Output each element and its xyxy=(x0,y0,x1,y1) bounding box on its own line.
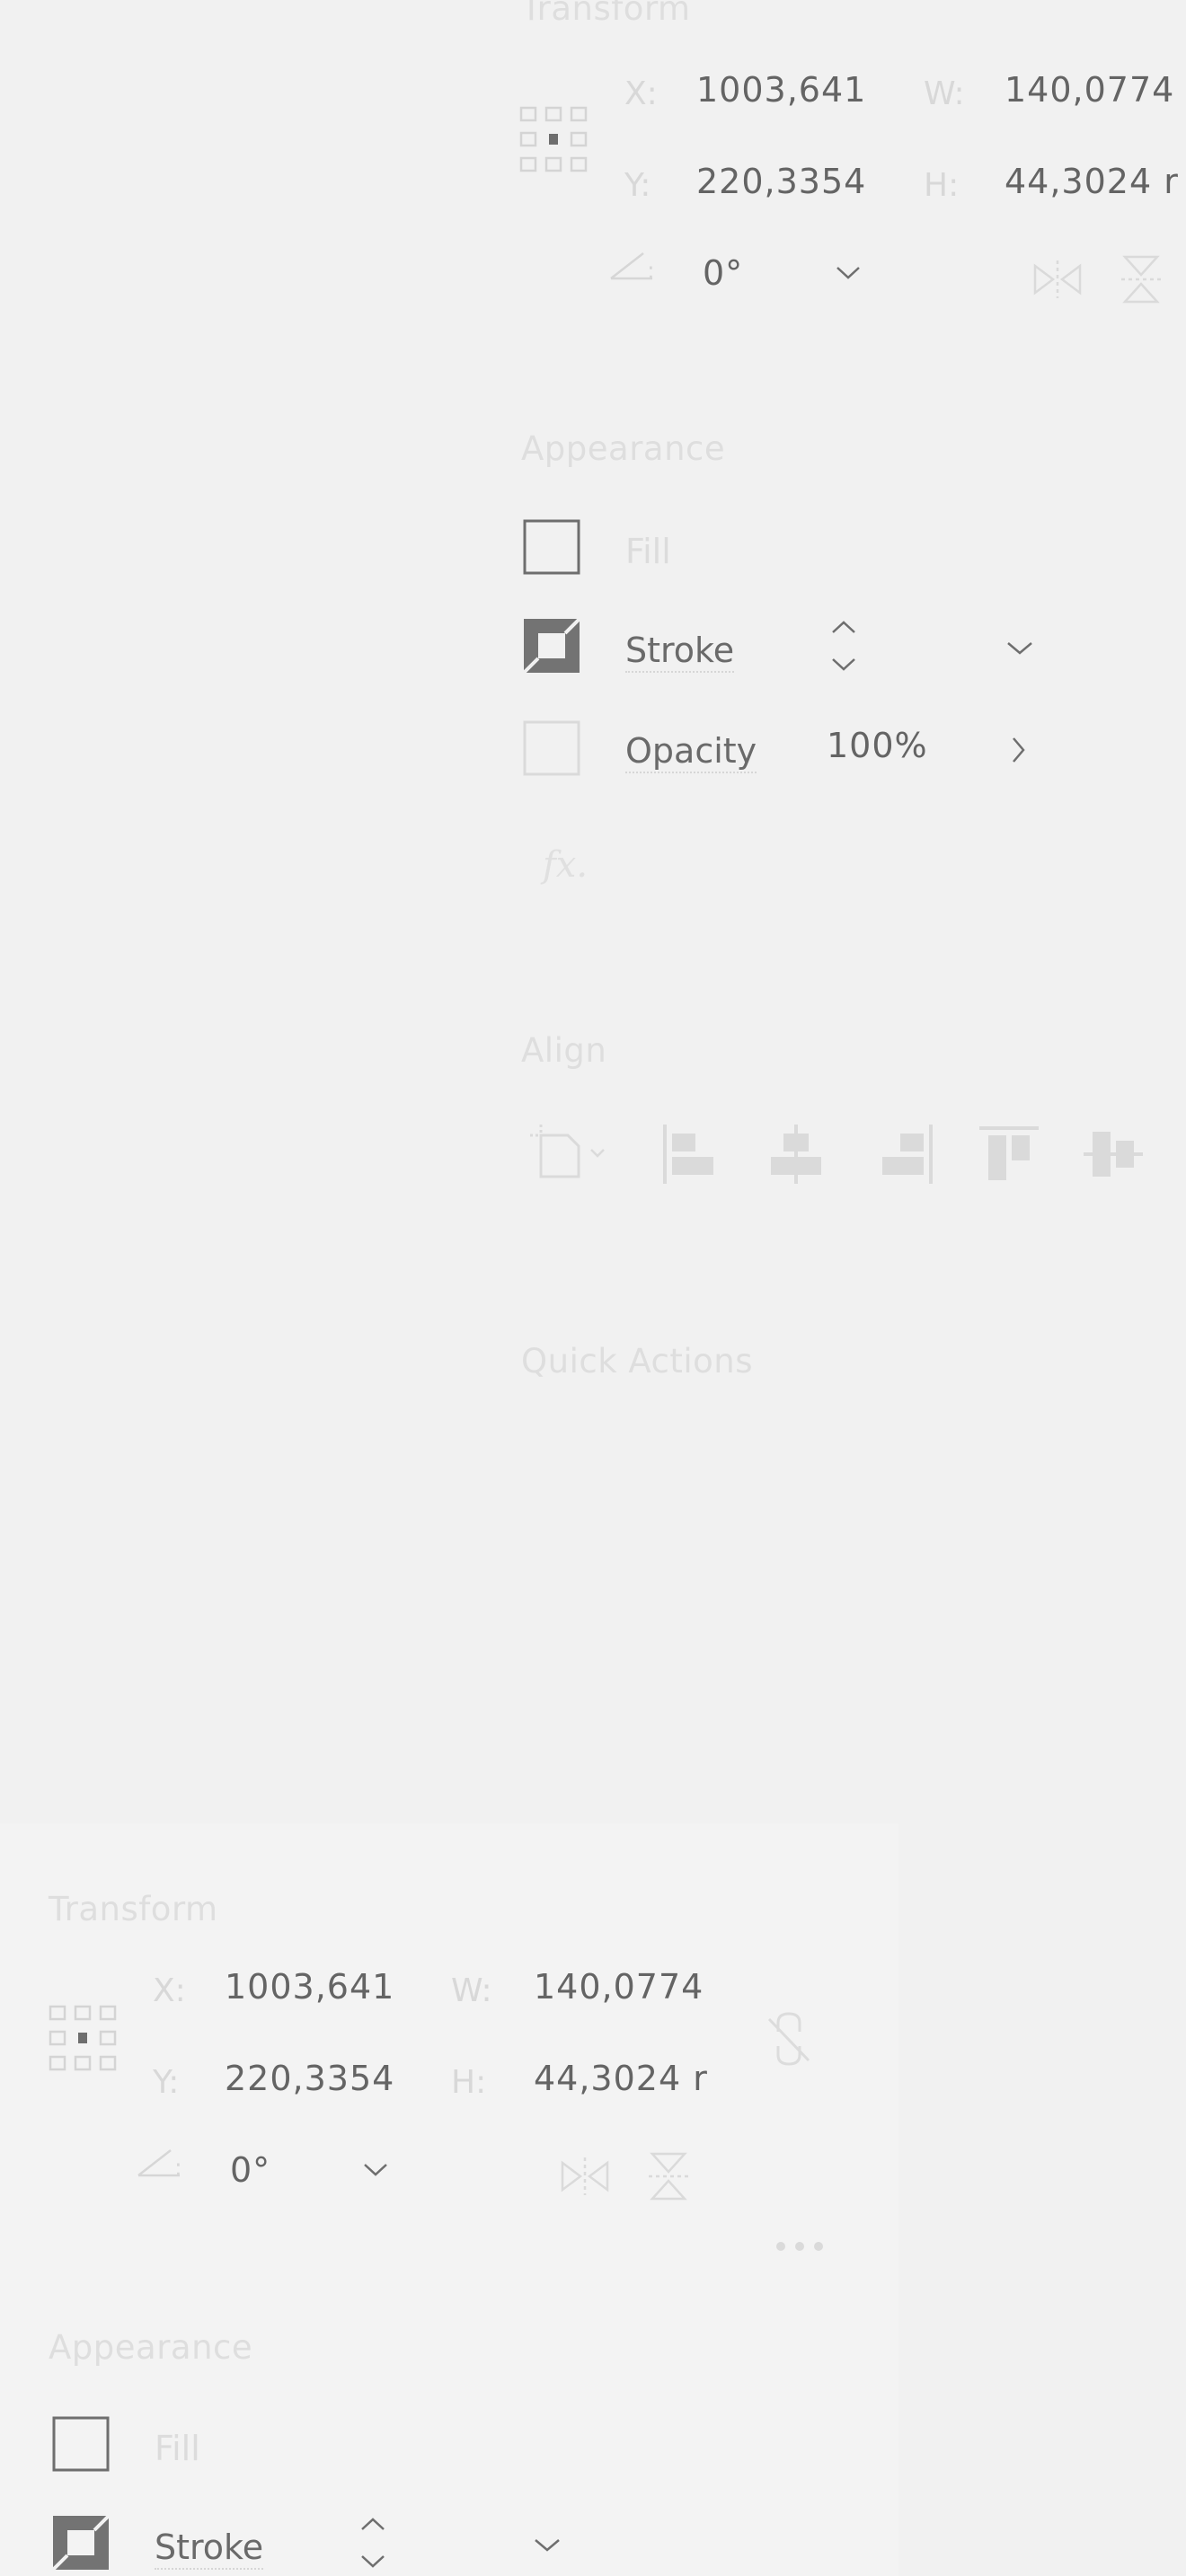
quick-actions-section-title: Quick Actions xyxy=(521,1342,754,1381)
w-field[interactable]: 140,0774 xyxy=(534,1967,704,2007)
stroke-label[interactable]: Stroke xyxy=(625,631,735,673)
y-label: Y: xyxy=(153,2064,180,2101)
chevron-down-icon[interactable] xyxy=(363,2163,388,2177)
svg-text::: : xyxy=(174,2155,182,2182)
chevron-down-icon[interactable] xyxy=(1006,641,1033,656)
transform-section-title: Transform xyxy=(521,0,691,28)
fill-label: Fill xyxy=(155,2429,200,2468)
align-to-selection-icon[interactable] xyxy=(528,1123,609,1180)
h-label: H: xyxy=(451,2064,487,2101)
flip-horizontal-icon[interactable] xyxy=(1033,259,1082,300)
opacity-label-wrap: Opacity xyxy=(625,731,757,773)
opacity-swatch-icon xyxy=(523,720,582,778)
w-label: W: xyxy=(451,1972,492,2009)
rotation-field[interactable]: 0° xyxy=(230,2150,270,2190)
stepper-icon[interactable] xyxy=(359,2517,386,2571)
align-section-title: Align xyxy=(521,1031,607,1070)
appearance-section-title: Appearance xyxy=(521,429,726,468)
stepper-icon[interactable] xyxy=(830,620,857,674)
flip-vertical-icon[interactable] xyxy=(1120,255,1163,304)
reference-point-grid-icon[interactable] xyxy=(49,2005,117,2071)
stroke-label[interactable]: Stroke xyxy=(155,2527,264,2570)
h-label: H: xyxy=(924,167,960,204)
align-right-icon[interactable] xyxy=(872,1123,934,1186)
chevron-down-icon[interactable] xyxy=(534,2538,561,2553)
fill-label: Fill xyxy=(625,532,671,571)
opacity-label[interactable]: Opacity xyxy=(625,731,757,773)
stroke-swatch-icon[interactable] xyxy=(51,2514,111,2572)
angle-icon: : xyxy=(135,2147,185,2182)
y-label: Y: xyxy=(624,167,651,204)
chevron-right-icon[interactable] xyxy=(1012,737,1026,763)
properties-panel-bottom xyxy=(0,1823,898,2576)
fill-swatch-icon[interactable] xyxy=(523,519,582,577)
x-label: X: xyxy=(624,75,658,112)
flip-vertical-icon[interactable] xyxy=(647,2152,690,2201)
fill-swatch-icon[interactable] xyxy=(52,2416,111,2474)
stroke-swatch-icon[interactable] xyxy=(522,617,582,675)
align-vertical-center-icon[interactable] xyxy=(1082,1125,1145,1184)
stroke-label-wrap: Stroke xyxy=(625,631,735,673)
rotation-field[interactable]: 0° xyxy=(703,253,743,293)
align-horizontal-center-icon[interactable] xyxy=(767,1123,825,1186)
y-field[interactable]: 220,3354 xyxy=(225,2059,394,2098)
link-broken-icon[interactable] xyxy=(766,2012,812,2066)
w-label: W: xyxy=(924,75,965,112)
w-field[interactable]: 140,0774 xyxy=(1005,70,1174,110)
align-left-icon[interactable] xyxy=(661,1123,724,1186)
y-field[interactable]: 220,3354 xyxy=(696,162,866,201)
fx-effects-button[interactable]: fx. xyxy=(543,844,588,886)
x-label: X: xyxy=(153,1972,186,2009)
align-top-icon[interactable] xyxy=(978,1125,1040,1184)
more-options-icon[interactable] xyxy=(774,2240,825,2253)
opacity-field[interactable]: 100% xyxy=(827,726,928,765)
chevron-down-icon[interactable] xyxy=(836,266,861,280)
x-field[interactable]: 1003,641 xyxy=(225,1967,394,2007)
svg-text::: : xyxy=(647,258,655,285)
transform-section-title: Transform xyxy=(49,1890,218,1928)
h-field[interactable]: 44,3024 r xyxy=(1005,162,1179,201)
flip-horizontal-icon[interactable] xyxy=(561,2156,609,2197)
stroke-label-wrap: Stroke xyxy=(155,2527,264,2570)
angle-icon: : xyxy=(607,250,658,285)
reference-point-grid-icon[interactable] xyxy=(519,106,588,172)
h-field[interactable]: 44,3024 r xyxy=(534,2059,708,2098)
appearance-section-title: Appearance xyxy=(49,2328,253,2367)
x-field[interactable]: 1003,641 xyxy=(696,70,866,110)
